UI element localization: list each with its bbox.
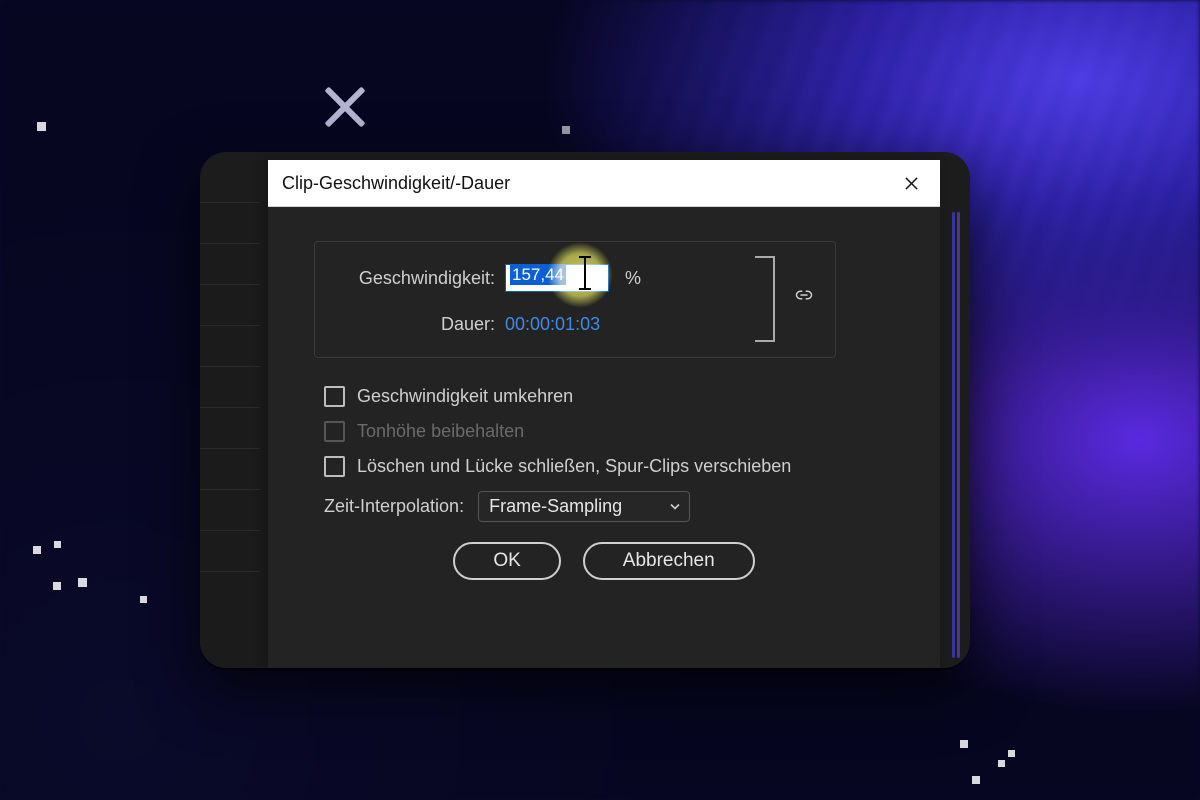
maintain-pitch-label: Tonhöhe beibehalten [357, 421, 524, 442]
ok-button[interactable]: OK [453, 542, 560, 580]
speed-value: 157,44 [510, 264, 566, 285]
confetti-dot [1008, 750, 1015, 757]
options-checks: Geschwindigkeit umkehren Tonhöhe beibeha… [324, 386, 894, 477]
confetti-dot [998, 760, 1005, 767]
confetti-dot [53, 582, 61, 590]
confetti-dot [972, 776, 980, 784]
ripple-delete-label: Löschen und Lücke schließen, Spur-Clips … [357, 456, 791, 477]
confetti-dot [140, 596, 147, 603]
confetti-dot [78, 578, 87, 587]
ripple-delete-checkbox[interactable]: Löschen und Lücke schließen, Spur-Clips … [324, 456, 894, 477]
speed-duration-group: Geschwindigkeit: 157,44 % Dauer: 00:00:0… [314, 241, 836, 358]
link-toggle[interactable] [795, 286, 813, 309]
chevron-down-icon [669, 496, 681, 517]
confetti-dot [37, 122, 46, 131]
duration-label: Dauer: [339, 314, 495, 335]
close-button[interactable] [896, 168, 926, 198]
time-interpolation-row: Zeit-Interpolation: Frame-Sampling [324, 491, 894, 522]
checkbox-box [324, 456, 345, 477]
confetti-dot [33, 546, 41, 554]
speed-duration-dialog: Clip-Geschwindigkeit/-Dauer Geschwindigk… [268, 160, 940, 668]
dialog-titlebar[interactable]: Clip-Geschwindigkeit/-Dauer [268, 160, 940, 207]
dialog-body: Geschwindigkeit: 157,44 % Dauer: 00:00:0… [268, 207, 940, 668]
checkbox-box [324, 421, 345, 442]
confetti-dot [54, 541, 61, 548]
reverse-speed-checkbox[interactable]: Geschwindigkeit umkehren [324, 386, 894, 407]
reverse-speed-label: Geschwindigkeit umkehren [357, 386, 573, 407]
confetti-dot [960, 740, 968, 748]
time-interpolation-select[interactable]: Frame-Sampling [478, 491, 690, 522]
dialog-buttons: OK Abbrechen [314, 542, 894, 580]
cancel-button[interactable]: Abbrechen [583, 542, 755, 580]
dialog-title: Clip-Geschwindigkeit/-Dauer [282, 173, 510, 194]
screenshot-card: Clip-Geschwindigkeit/-Dauer Geschwindigk… [200, 152, 970, 668]
speed-unit: % [625, 268, 641, 289]
duration-value[interactable]: 00:00:01:03 [505, 314, 600, 335]
speed-label: Geschwindigkeit: [339, 268, 495, 289]
time-interpolation-value: Frame-Sampling [489, 496, 622, 516]
right-clip-rails [952, 212, 960, 658]
checkbox-box [324, 386, 345, 407]
time-interpolation-label: Zeit-Interpolation: [324, 496, 464, 517]
timeline-panel-peek [200, 202, 260, 668]
decorative-x [323, 85, 367, 129]
confetti-dot [562, 126, 570, 134]
close-icon [904, 176, 919, 191]
link-icon [795, 286, 813, 304]
speed-input[interactable]: 157,44 [505, 264, 609, 292]
maintain-pitch-checkbox: Tonhöhe beibehalten [324, 421, 894, 442]
link-bracket [755, 256, 775, 342]
